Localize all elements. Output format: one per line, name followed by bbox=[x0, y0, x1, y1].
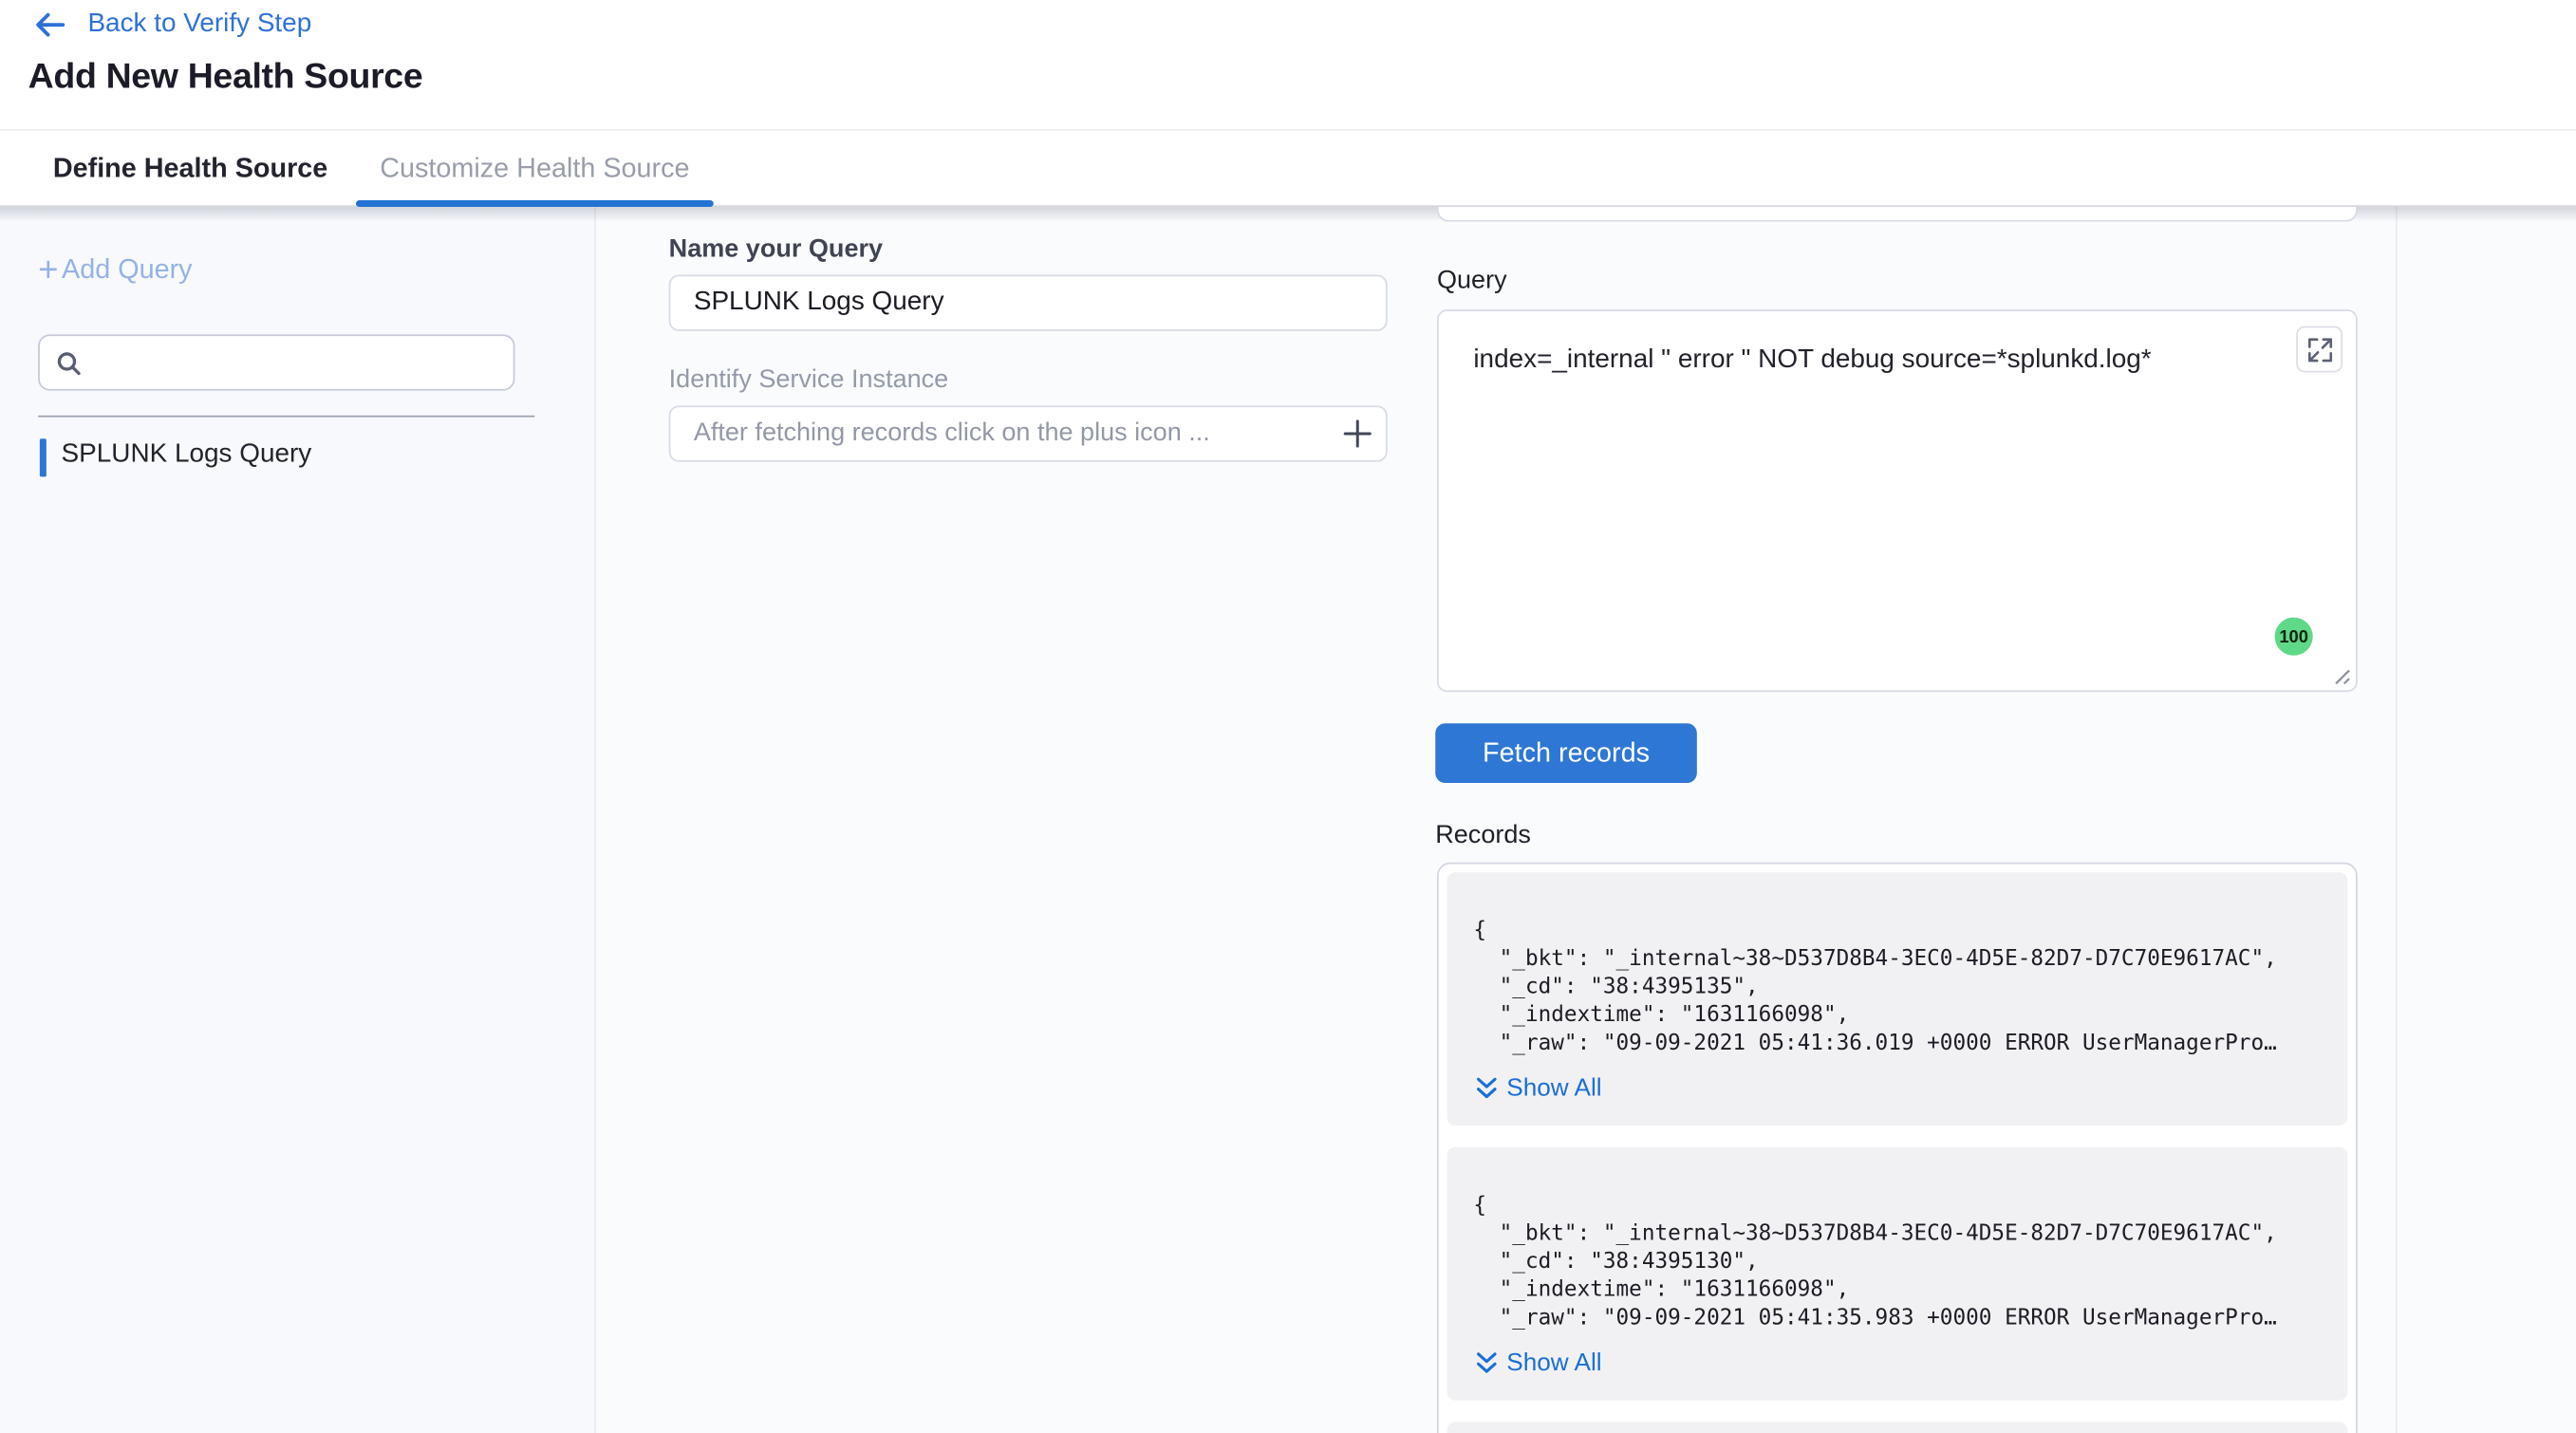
records-label: Records bbox=[1435, 821, 1531, 850]
record-json-line: { bbox=[1473, 1192, 2321, 1220]
connector-input-partial[interactable] bbox=[1437, 207, 2358, 222]
show-all-label: Show All bbox=[1506, 1074, 1601, 1103]
record-json-line: "_raw": "09-09-2021 05:41:35.983 +0000 E… bbox=[1473, 1304, 2321, 1332]
active-tab-indicator bbox=[356, 200, 714, 207]
record-card: { "_bkt": "_internal~38~D537D8B4-3EC0-4D… bbox=[1447, 872, 2347, 1126]
plus-icon: + bbox=[38, 255, 58, 285]
selected-item-bar bbox=[40, 438, 47, 476]
service-instance-input[interactable] bbox=[669, 405, 1388, 461]
sidebar-item-label: SPLUNK Logs Query bbox=[62, 440, 312, 470]
resize-handle[interactable] bbox=[2329, 663, 2352, 686]
content-area: + Add Query SPLUNK Logs Query Name your … bbox=[0, 207, 2576, 1433]
record-json-line: "_bkt": "_internal~38~D537D8B4-3EC0-4D5E… bbox=[1473, 945, 2321, 974]
show-all-label: Show All bbox=[1506, 1349, 1601, 1378]
name-query-label: Name your Query bbox=[669, 235, 883, 265]
record-json-line: { bbox=[1473, 917, 2321, 945]
expand-icon bbox=[2307, 337, 2332, 362]
tab-customize-health-source[interactable]: Customize Health Source bbox=[356, 131, 714, 207]
add-query-label: Add Query bbox=[62, 255, 193, 287]
page-title: Add New Health Source bbox=[28, 56, 423, 98]
records-count-badge: 100 bbox=[2275, 618, 2313, 656]
query-text: index=_internal " error " NOT debug sour… bbox=[1473, 346, 2151, 376]
query-label: Query bbox=[1437, 267, 1507, 296]
record-json-line: "_bkt": "_internal~38~D537D8B4-3EC0-4D5E… bbox=[1473, 1219, 2321, 1248]
query-sidebar: + Add Query SPLUNK Logs Query bbox=[0, 207, 596, 1433]
record-json-line: "_indextime": "1631166098", bbox=[1473, 1001, 2321, 1030]
right-column-divider bbox=[2396, 207, 2398, 1433]
record-json-line: "_indextime": "1631166098", bbox=[1473, 1276, 2321, 1305]
add-query-button[interactable]: + Add Query bbox=[38, 255, 192, 287]
add-health-source-page: Back to Verify Step Add New Health Sourc… bbox=[0, 0, 2576, 1433]
back-link-label: Back to Verify Step bbox=[87, 9, 311, 39]
show-all-link[interactable]: Show All bbox=[1477, 1349, 2322, 1378]
record-card bbox=[1447, 1422, 2347, 1433]
back-arrow-icon bbox=[33, 11, 66, 38]
records-list: { "_bkt": "_internal~38~D537D8B4-3EC0-4D… bbox=[1437, 863, 2358, 1433]
query-editor[interactable]: index=_internal " error " NOT debug sour… bbox=[1437, 309, 2358, 692]
sidebar-item-splunk-logs-query[interactable]: SPLUNK Logs Query bbox=[0, 437, 596, 479]
search-input[interactable] bbox=[89, 340, 503, 386]
record-card: { "_bkt": "_internal~38~D537D8B4-3EC0-4D… bbox=[1447, 1147, 2347, 1401]
sidebar-divider bbox=[38, 416, 534, 418]
show-all-link[interactable]: Show All bbox=[1477, 1074, 2322, 1103]
service-instance-field bbox=[669, 405, 1388, 461]
fetch-records-button[interactable]: Fetch records bbox=[1435, 723, 1697, 783]
tab-define-health-source[interactable]: Define Health Source bbox=[53, 131, 327, 207]
record-json-line: "_cd": "38:4395135", bbox=[1473, 974, 2321, 1002]
service-instance-label: Identify Service Instance bbox=[669, 365, 949, 395]
back-link[interactable]: Back to Verify Step bbox=[33, 9, 311, 42]
page-header: Back to Verify Step Add New Health Sourc… bbox=[0, 0, 2576, 129]
expand-query-button[interactable] bbox=[2296, 326, 2343, 373]
double-chevron-down-icon bbox=[1477, 1352, 1497, 1374]
query-search-box bbox=[38, 334, 514, 390]
tab-bar: Define Health Source Customize Health So… bbox=[0, 129, 2576, 207]
add-service-instance-plus-icon[interactable] bbox=[1341, 418, 1374, 451]
search-icon bbox=[56, 351, 83, 378]
double-chevron-down-icon bbox=[1477, 1077, 1497, 1099]
record-json-line: "_raw": "09-09-2021 05:41:36.019 +0000 E… bbox=[1473, 1030, 2321, 1058]
record-json-line: "_cd": "38:4395130", bbox=[1473, 1248, 2321, 1276]
query-name-input[interactable] bbox=[669, 275, 1388, 331]
